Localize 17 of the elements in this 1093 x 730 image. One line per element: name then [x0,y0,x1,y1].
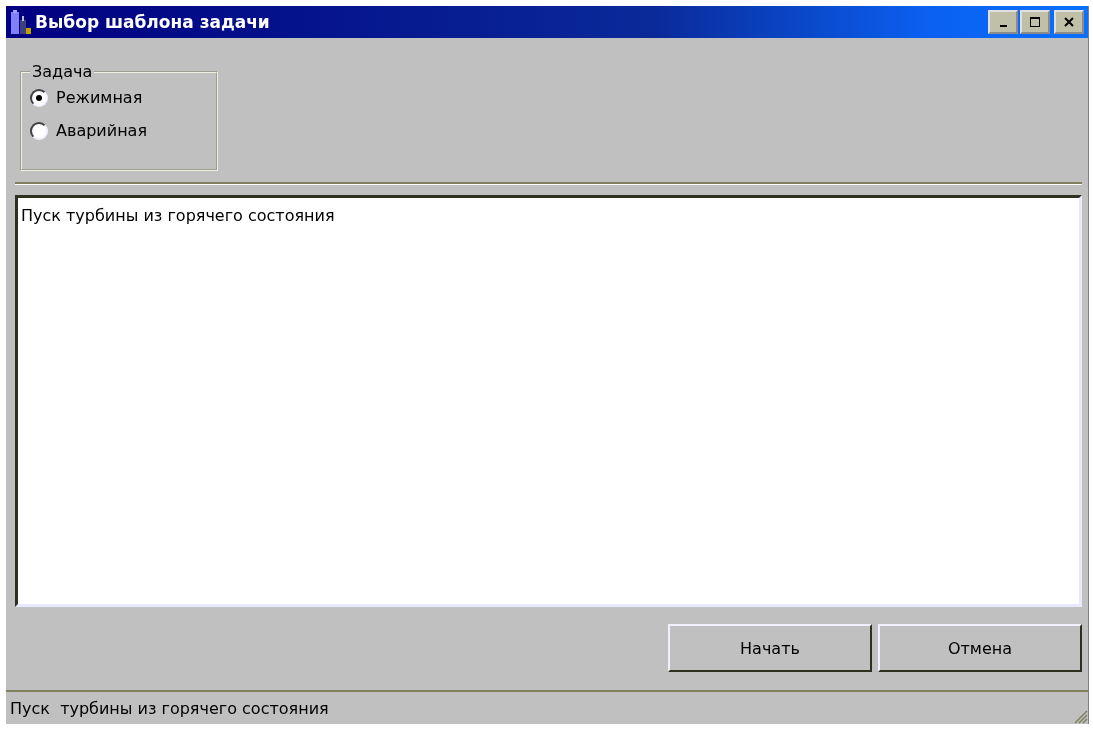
group-legend: Задача [30,62,95,81]
minimize-icon [999,25,1007,27]
resize-grip-icon [1072,708,1088,724]
status-text: Пуск турбины из горячего состояния [9,698,330,718]
window-title: Выбор шаблона задачи [35,12,271,32]
maximize-icon [1029,16,1041,28]
list-item[interactable]: Пуск турбины из горячего состояния [21,206,1076,225]
radio-button[interactable] [30,121,48,140]
maximize-button[interactable] [1020,10,1050,34]
radio-option[interactable]: Аварийная [30,114,208,147]
dialog-button[interactable]: Начать [668,624,872,672]
building-icon [10,10,32,34]
close-icon [1063,16,1075,28]
radio-button[interactable] [30,88,48,107]
close-button[interactable] [1054,10,1084,34]
radio-option[interactable]: Режимная [30,81,208,114]
dialog-button[interactable]: Отмена [878,624,1082,672]
